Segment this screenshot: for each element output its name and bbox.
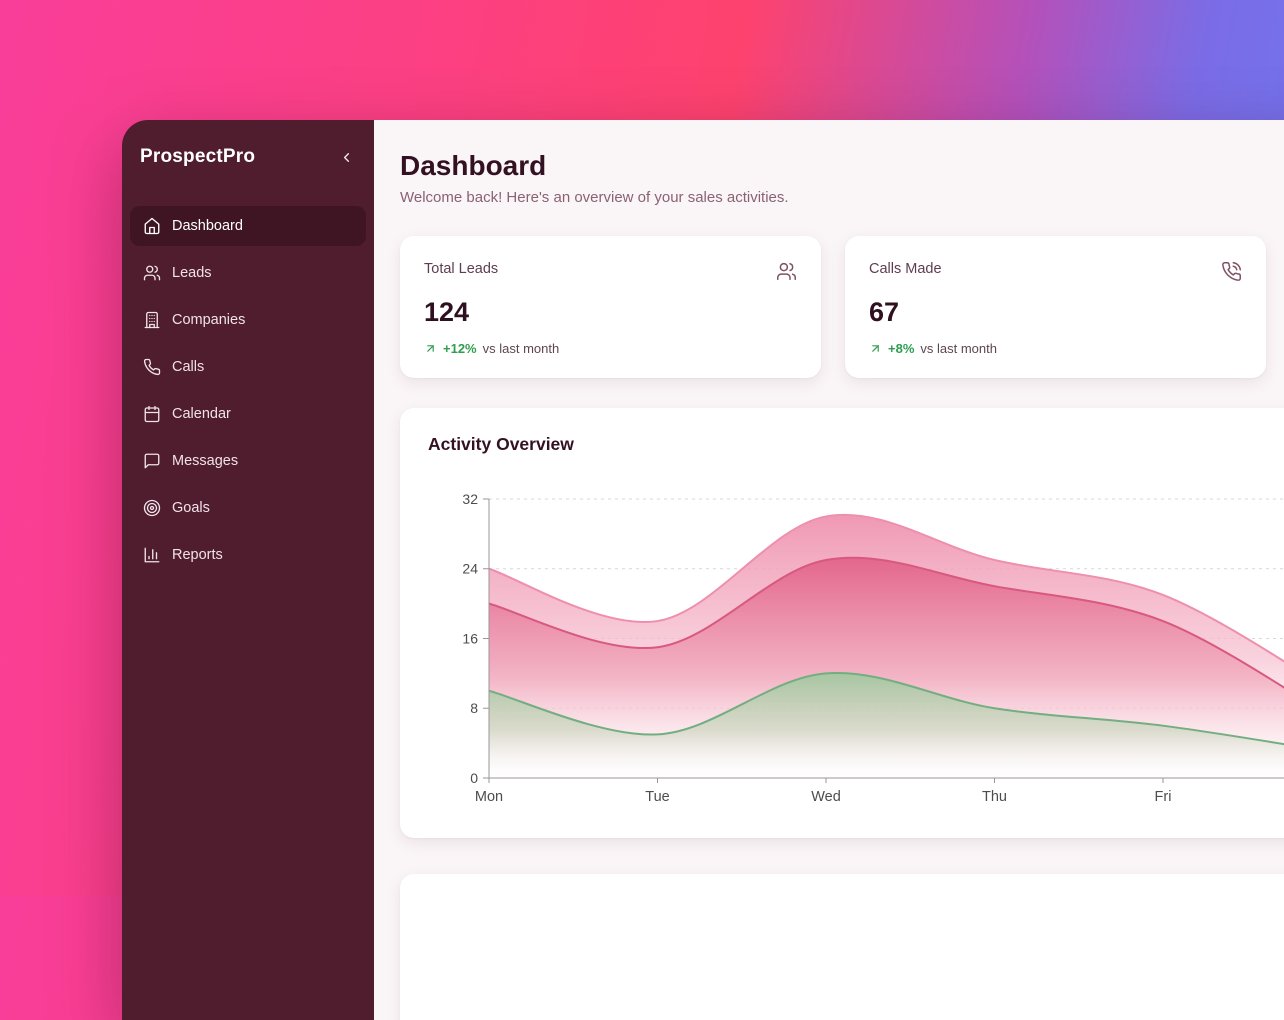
chevron-left-icon <box>339 150 354 165</box>
message-square-icon <box>143 452 161 470</box>
sidebar-item-label: Companies <box>172 312 245 328</box>
sidebar-item-label: Messages <box>172 453 238 469</box>
x-tick-label: Thu <box>982 789 1007 805</box>
trend-change: +12% <box>443 341 477 356</box>
brand-logo: ProspectPro <box>140 146 255 168</box>
sidebar-item-label: Goals <box>172 500 210 516</box>
sidebar-item-messages[interactable]: Messages <box>130 441 366 481</box>
sidebar-header: ProspectPro <box>130 146 366 168</box>
calendar-icon <box>143 405 161 423</box>
activity-area-chart: 08162432MonTueWedThuFriSat <box>428 479 1284 829</box>
stat-label: Total Leads <box>424 261 498 277</box>
trend-up-icon <box>424 342 437 355</box>
stat-card-header: Calls Made <box>869 261 1242 287</box>
phone-icon <box>143 358 161 376</box>
sidebar-item-label: Leads <box>172 265 212 281</box>
page-subtitle: Welcome back! Here's an overview of your… <box>400 189 1284 206</box>
trend-up-icon <box>869 342 882 355</box>
sidebar-item-calendar[interactable]: Calendar <box>130 394 366 434</box>
stat-trend: +12% vs last month <box>424 341 797 356</box>
y-tick-label: 8 <box>470 700 478 716</box>
sidebar-item-label: Reports <box>172 547 223 563</box>
activity-overview-card: Activity Overview 0 8 16 24 32 Mon Tue Wed Thu Fr… <box>400 408 1284 838</box>
x-tick-label: Fri <box>1155 789 1172 805</box>
stat-trend: +8% vs last month <box>869 341 1242 356</box>
trend-change: +8% <box>888 341 914 356</box>
app-window: ProspectPro Dashboard Leads Companies Calls… <box>122 120 1284 1020</box>
stat-icon-holder <box>1221 261 1242 287</box>
sidebar-item-label: Calendar <box>172 406 231 422</box>
stat-card-total-leads: Total Leads 124 +12% vs last month <box>400 236 821 378</box>
y-tick-label: 24 <box>462 561 478 577</box>
y-tick-label: 0 <box>470 770 478 786</box>
bar-chart-icon <box>143 546 161 564</box>
trend-suffix: vs last month <box>920 341 997 356</box>
home-icon <box>143 217 161 235</box>
y-tick-label: 16 <box>462 631 478 647</box>
stat-value: 67 <box>869 297 1242 328</box>
sidebar-item-dashboard[interactable]: Dashboard <box>130 206 366 246</box>
x-tick-label: Tue <box>645 789 669 805</box>
x-tick-label: Mon <box>475 789 503 805</box>
stat-card-calls-made: Calls Made 67 +8% vs last month <box>845 236 1266 378</box>
trend-suffix: vs last month <box>483 341 560 356</box>
sidebar-item-label: Calls <box>172 359 204 375</box>
page-title: Dashboard <box>400 150 1284 182</box>
stat-value: 124 <box>424 297 797 328</box>
stats-row: Total Leads124+12%vs last monthCalls Mad… <box>400 236 1284 378</box>
partial-bottom-card <box>400 874 1284 1020</box>
users-icon <box>143 264 161 282</box>
building-icon <box>143 311 161 329</box>
main-content: Dashboard Welcome back! Here's an overvi… <box>374 120 1284 1020</box>
sidebar-collapse-button[interactable] <box>337 148 356 167</box>
sidebar-item-label: Dashboard <box>172 218 243 234</box>
users-icon <box>776 261 797 282</box>
activity-chart: 08162432MonTueWedThuFriSat <box>428 479 1284 834</box>
sidebar-item-leads[interactable]: Leads <box>130 253 366 293</box>
stat-card-header: Total Leads <box>424 261 797 287</box>
sidebar-item-calls[interactable]: Calls <box>130 347 366 387</box>
stat-icon-holder <box>776 261 797 287</box>
x-tick-label: Wed <box>811 789 841 805</box>
sidebar-item-reports[interactable]: Reports <box>130 535 366 575</box>
chart-title: Activity Overview <box>428 434 1284 455</box>
target-icon <box>143 499 161 517</box>
phone-call-icon <box>1221 261 1242 282</box>
sidebar: ProspectPro Dashboard Leads Companies Calls… <box>122 120 374 1020</box>
sidebar-item-companies[interactable]: Companies <box>130 300 366 340</box>
sidebar-item-goals[interactable]: Goals <box>130 488 366 528</box>
stat-label: Calls Made <box>869 261 942 277</box>
y-tick-label: 32 <box>462 491 478 507</box>
sidebar-nav: Dashboard Leads Companies Calls Calendar Mess… <box>130 206 366 575</box>
